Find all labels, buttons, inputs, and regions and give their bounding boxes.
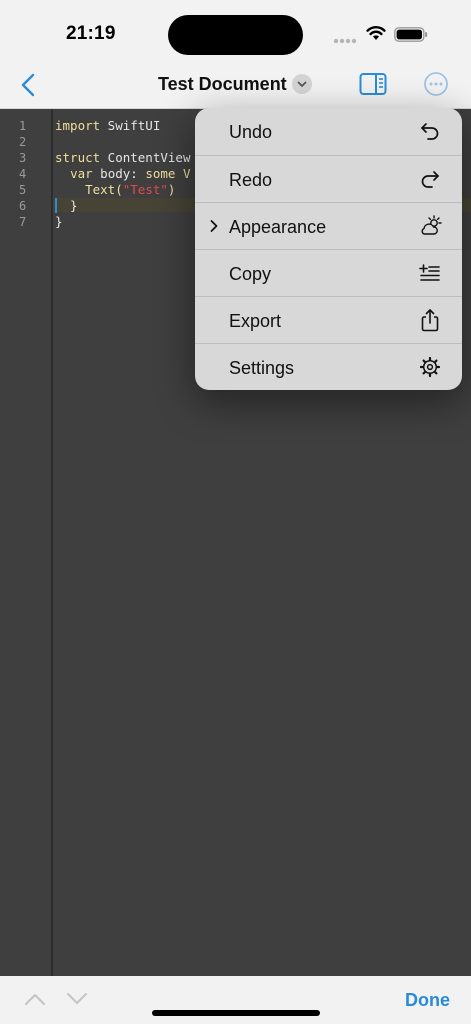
menu-item-copy[interactable]: Copy [195,249,462,296]
done-button[interactable]: Done [405,990,450,1011]
code-text: body: [92,166,146,181]
menu-item-undo[interactable]: Undo [195,108,462,155]
context-menu: Undo Redo Appearance Copy Export Setting… [195,108,462,390]
code-line-4: var body: some V [55,166,190,181]
sidebar-toggle-icon[interactable] [359,72,387,96]
document-title[interactable]: Test Document [158,74,287,95]
keyword: import [55,118,101,133]
menu-item-label: Copy [229,264,272,284]
battery-icon [394,27,428,42]
chevron-down-icon[interactable] [66,992,88,1006]
code-text: ContentView [100,150,191,165]
status-time: 21:19 [66,23,116,44]
menu-item-label: Export [229,311,282,331]
line-number-gutter: 1 2 3 4 5 6 7 [0,109,53,976]
menu-item-label: Undo [229,122,273,142]
line-number: 2 [19,135,27,149]
keyword: struct [55,150,101,165]
code-line-1: import SwiftUI [55,118,160,133]
function-name: Text( [85,182,123,197]
text-cursor [55,198,57,213]
gear-icon [419,356,441,378]
submenu-chevron-icon [210,220,218,232]
home-indicator [152,1010,320,1016]
line-number: 4 [19,167,27,181]
line-number: 1 [19,119,27,133]
share-icon [421,309,439,332]
menu-item-export[interactable]: Export [195,296,462,343]
wifi-icon [366,26,386,40]
cellular-signal-icon [333,38,357,44]
more-options-icon[interactable] [423,71,449,97]
menu-item-label: Redo [229,170,273,190]
back-chevron-icon[interactable] [16,71,42,99]
code-text: SwiftUI [100,118,161,133]
cloud-sun-icon [421,215,442,235]
code-line-7: } [55,214,63,229]
redo-icon [421,171,439,188]
keyword: some V [145,166,191,181]
code-line-5: Text("Test") [55,182,175,197]
title-menu-chevron-icon[interactable] [292,74,312,94]
undo-icon [421,123,439,140]
dynamic-island [168,15,303,55]
code-line-3: struct ContentView [55,150,190,165]
copy-text-icon [419,264,440,281]
menu-item-appearance[interactable]: Appearance [195,202,462,249]
menu-item-label: Appearance [229,217,327,237]
bottom-toolbar: Done [0,976,471,1024]
string-literal: "Test" [122,182,168,197]
line-number: 5 [19,183,27,197]
line-number: 6 [19,199,27,213]
menu-item-redo[interactable]: Redo [195,155,462,202]
chevron-up-icon[interactable] [24,992,46,1006]
line-number: 3 [19,151,27,165]
menu-item-settings[interactable]: Settings [195,343,462,390]
keyword: var [70,166,93,181]
navigation-bar: Test Document [0,62,471,109]
code-text: ) [167,182,176,197]
menu-item-label: Settings [229,358,295,378]
code-line-6: } [55,198,78,213]
status-bar: 21:19 [0,0,471,62]
line-number: 7 [19,215,27,229]
